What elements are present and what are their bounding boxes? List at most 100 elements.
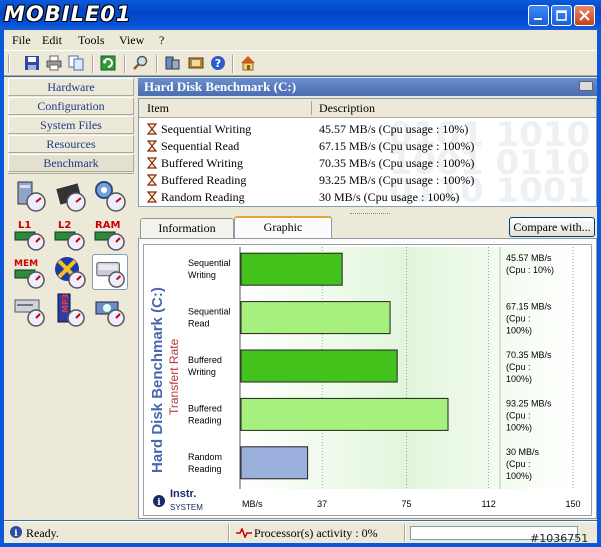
print-icon[interactable] xyxy=(46,55,62,71)
x-tick-label: 37 xyxy=(317,499,327,509)
category-label: Writing xyxy=(188,270,216,280)
maximize-button[interactable] xyxy=(551,5,572,26)
tools-benchmark-icon[interactable] xyxy=(92,292,128,328)
chart-subtitle: Transfert Rate xyxy=(167,338,181,415)
hard-disk-benchmark-icon[interactable] xyxy=(92,254,128,290)
cpu-benchmark-icon[interactable] xyxy=(12,178,48,214)
category-label: Buffered xyxy=(188,403,222,413)
hourglass-icon xyxy=(147,140,157,152)
item-name: Buffered Reading xyxy=(161,173,247,187)
category-label: Sequential xyxy=(188,258,231,268)
maximize-icon xyxy=(556,10,567,21)
hardware-icon[interactable] xyxy=(164,55,180,71)
hourglass-icon xyxy=(147,157,157,169)
graphic-panel: Hard Disk Benchmark (C:) Transfert Rate … xyxy=(138,238,597,519)
toolbar-separator xyxy=(232,55,234,73)
hourglass-icon xyxy=(147,191,157,203)
panel-title: Hard Disk Benchmark (C:) xyxy=(144,79,297,94)
bar xyxy=(240,446,309,480)
mp3-benchmark-icon[interactable]: MP3 xyxy=(52,292,88,328)
l2-cache-benchmark-icon[interactable]: L2 xyxy=(52,216,88,252)
data-label: (Cpu : xyxy=(506,314,531,324)
item-description: 67.15 MB/s (Cpu usage : 100%) xyxy=(319,139,475,153)
home-icon[interactable] xyxy=(240,55,256,71)
memory-chip-benchmark-icon[interactable] xyxy=(52,178,88,214)
heartbeat-icon xyxy=(236,528,252,538)
list-header: Item Description xyxy=(139,99,596,118)
bar xyxy=(240,349,398,383)
help-icon[interactable]: ? xyxy=(210,55,226,71)
cdrom-benchmark-icon[interactable] xyxy=(12,292,48,328)
copy-icon[interactable] xyxy=(68,55,84,71)
category-label: Reading xyxy=(188,464,222,474)
data-label: 100%) xyxy=(506,422,532,432)
brand-line-1: Instr. xyxy=(170,488,196,500)
drive-icon xyxy=(579,81,593,91)
column-item[interactable]: Item xyxy=(147,101,169,116)
benchmark-chart: Hard Disk Benchmark (C:) Transfert Rate … xyxy=(149,247,581,512)
status-bar: i Ready. Processor(s) activity : 0% xyxy=(4,521,597,543)
icon-label-ram: RAM xyxy=(95,220,120,231)
status-ready: Ready. xyxy=(26,526,59,540)
save-icon[interactable] xyxy=(24,55,40,71)
item-name: Random Reading xyxy=(161,190,245,204)
column-divider[interactable] xyxy=(311,101,312,115)
tab-information[interactable]: Information xyxy=(140,218,234,238)
panel-title-bar: Hard Disk Benchmark (C:) xyxy=(138,78,597,96)
video-benchmark-icon[interactable] xyxy=(52,254,88,290)
item-name: Sequential Writing xyxy=(161,122,252,136)
results-list[interactable]: 0101 1010 1001 0110 0110 1001 Item Descrip… xyxy=(138,98,597,207)
column-description[interactable]: Description xyxy=(319,101,375,116)
nav-benchmark[interactable]: Benchmark xyxy=(8,154,134,172)
nav-resources[interactable]: Resources xyxy=(8,135,134,153)
menu-view[interactable]: View xyxy=(119,33,144,48)
category-label: Random xyxy=(188,452,222,462)
data-label: (Cpu : xyxy=(506,362,531,372)
toolbar-separator xyxy=(156,55,158,73)
chart-title: Hard Disk Benchmark (C:) xyxy=(149,287,166,473)
svg-text:i: i xyxy=(157,498,161,508)
splitter-handle[interactable] xyxy=(350,213,390,216)
item-name: Buffered Writing xyxy=(161,156,244,170)
toolbar: ? xyxy=(4,50,597,76)
bar xyxy=(240,301,391,335)
list-item[interactable]: Random Reading 30 MB/s (Cpu usage : 100%… xyxy=(139,189,596,206)
list-item[interactable]: Buffered Reading 93.25 MB/s (Cpu usage :… xyxy=(139,172,596,189)
list-item[interactable]: Buffered Writing 70.35 MB/s (Cpu usage :… xyxy=(139,155,596,172)
mem-benchmark-icon[interactable]: MEM xyxy=(12,254,48,290)
refresh-icon[interactable] xyxy=(100,55,116,71)
data-label: 45.57 MB/s xyxy=(506,253,552,263)
list-item[interactable]: Sequential Read 67.15 MB/s (Cpu usage : … xyxy=(139,138,596,155)
menu-tools[interactable]: Tools xyxy=(78,33,105,48)
toolbar-separator xyxy=(124,55,126,73)
ram-benchmark-icon[interactable]: RAM xyxy=(92,216,128,252)
menu-help[interactable]: ? xyxy=(159,33,164,48)
item-description: 70.35 MB/s (Cpu usage : 100%) xyxy=(319,156,475,170)
item-description: 45.57 MB/s (Cpu usage : 10%) xyxy=(319,122,469,136)
nav-system-files[interactable]: System Files xyxy=(8,116,134,134)
list-item[interactable]: Sequential Writing 45.57 MB/s (Cpu usage… xyxy=(139,121,596,138)
status-separator xyxy=(228,524,230,542)
book-icon[interactable] xyxy=(188,55,204,71)
status-separator xyxy=(404,524,406,542)
x-tick-label: 150 xyxy=(565,499,580,509)
close-button[interactable] xyxy=(574,5,595,26)
watermark-logo: MOBILE01 xyxy=(4,2,132,26)
svg-text:?: ? xyxy=(215,57,221,70)
search-icon[interactable] xyxy=(132,55,148,71)
menu-file[interactable]: File xyxy=(12,33,31,48)
compare-with-button[interactable]: Compare with... xyxy=(509,217,595,237)
icon-label-l1: L1 xyxy=(18,220,31,231)
item-description: 30 MB/s (Cpu usage : 100%) xyxy=(319,190,460,204)
menu-edit[interactable]: Edit xyxy=(42,33,62,48)
minimize-button[interactable] xyxy=(528,5,549,26)
minimize-icon xyxy=(534,18,542,20)
tab-graphic[interactable]: Graphic xyxy=(234,216,332,238)
bar xyxy=(240,397,449,431)
nav-hardware[interactable]: Hardware xyxy=(8,78,134,96)
hourglass-icon xyxy=(147,123,157,135)
l1-cache-benchmark-icon[interactable]: L1 xyxy=(12,216,48,252)
nav-configuration[interactable]: Configuration xyxy=(8,97,134,115)
gears-benchmark-icon[interactable] xyxy=(92,178,128,214)
data-label: 100%) xyxy=(506,471,532,481)
